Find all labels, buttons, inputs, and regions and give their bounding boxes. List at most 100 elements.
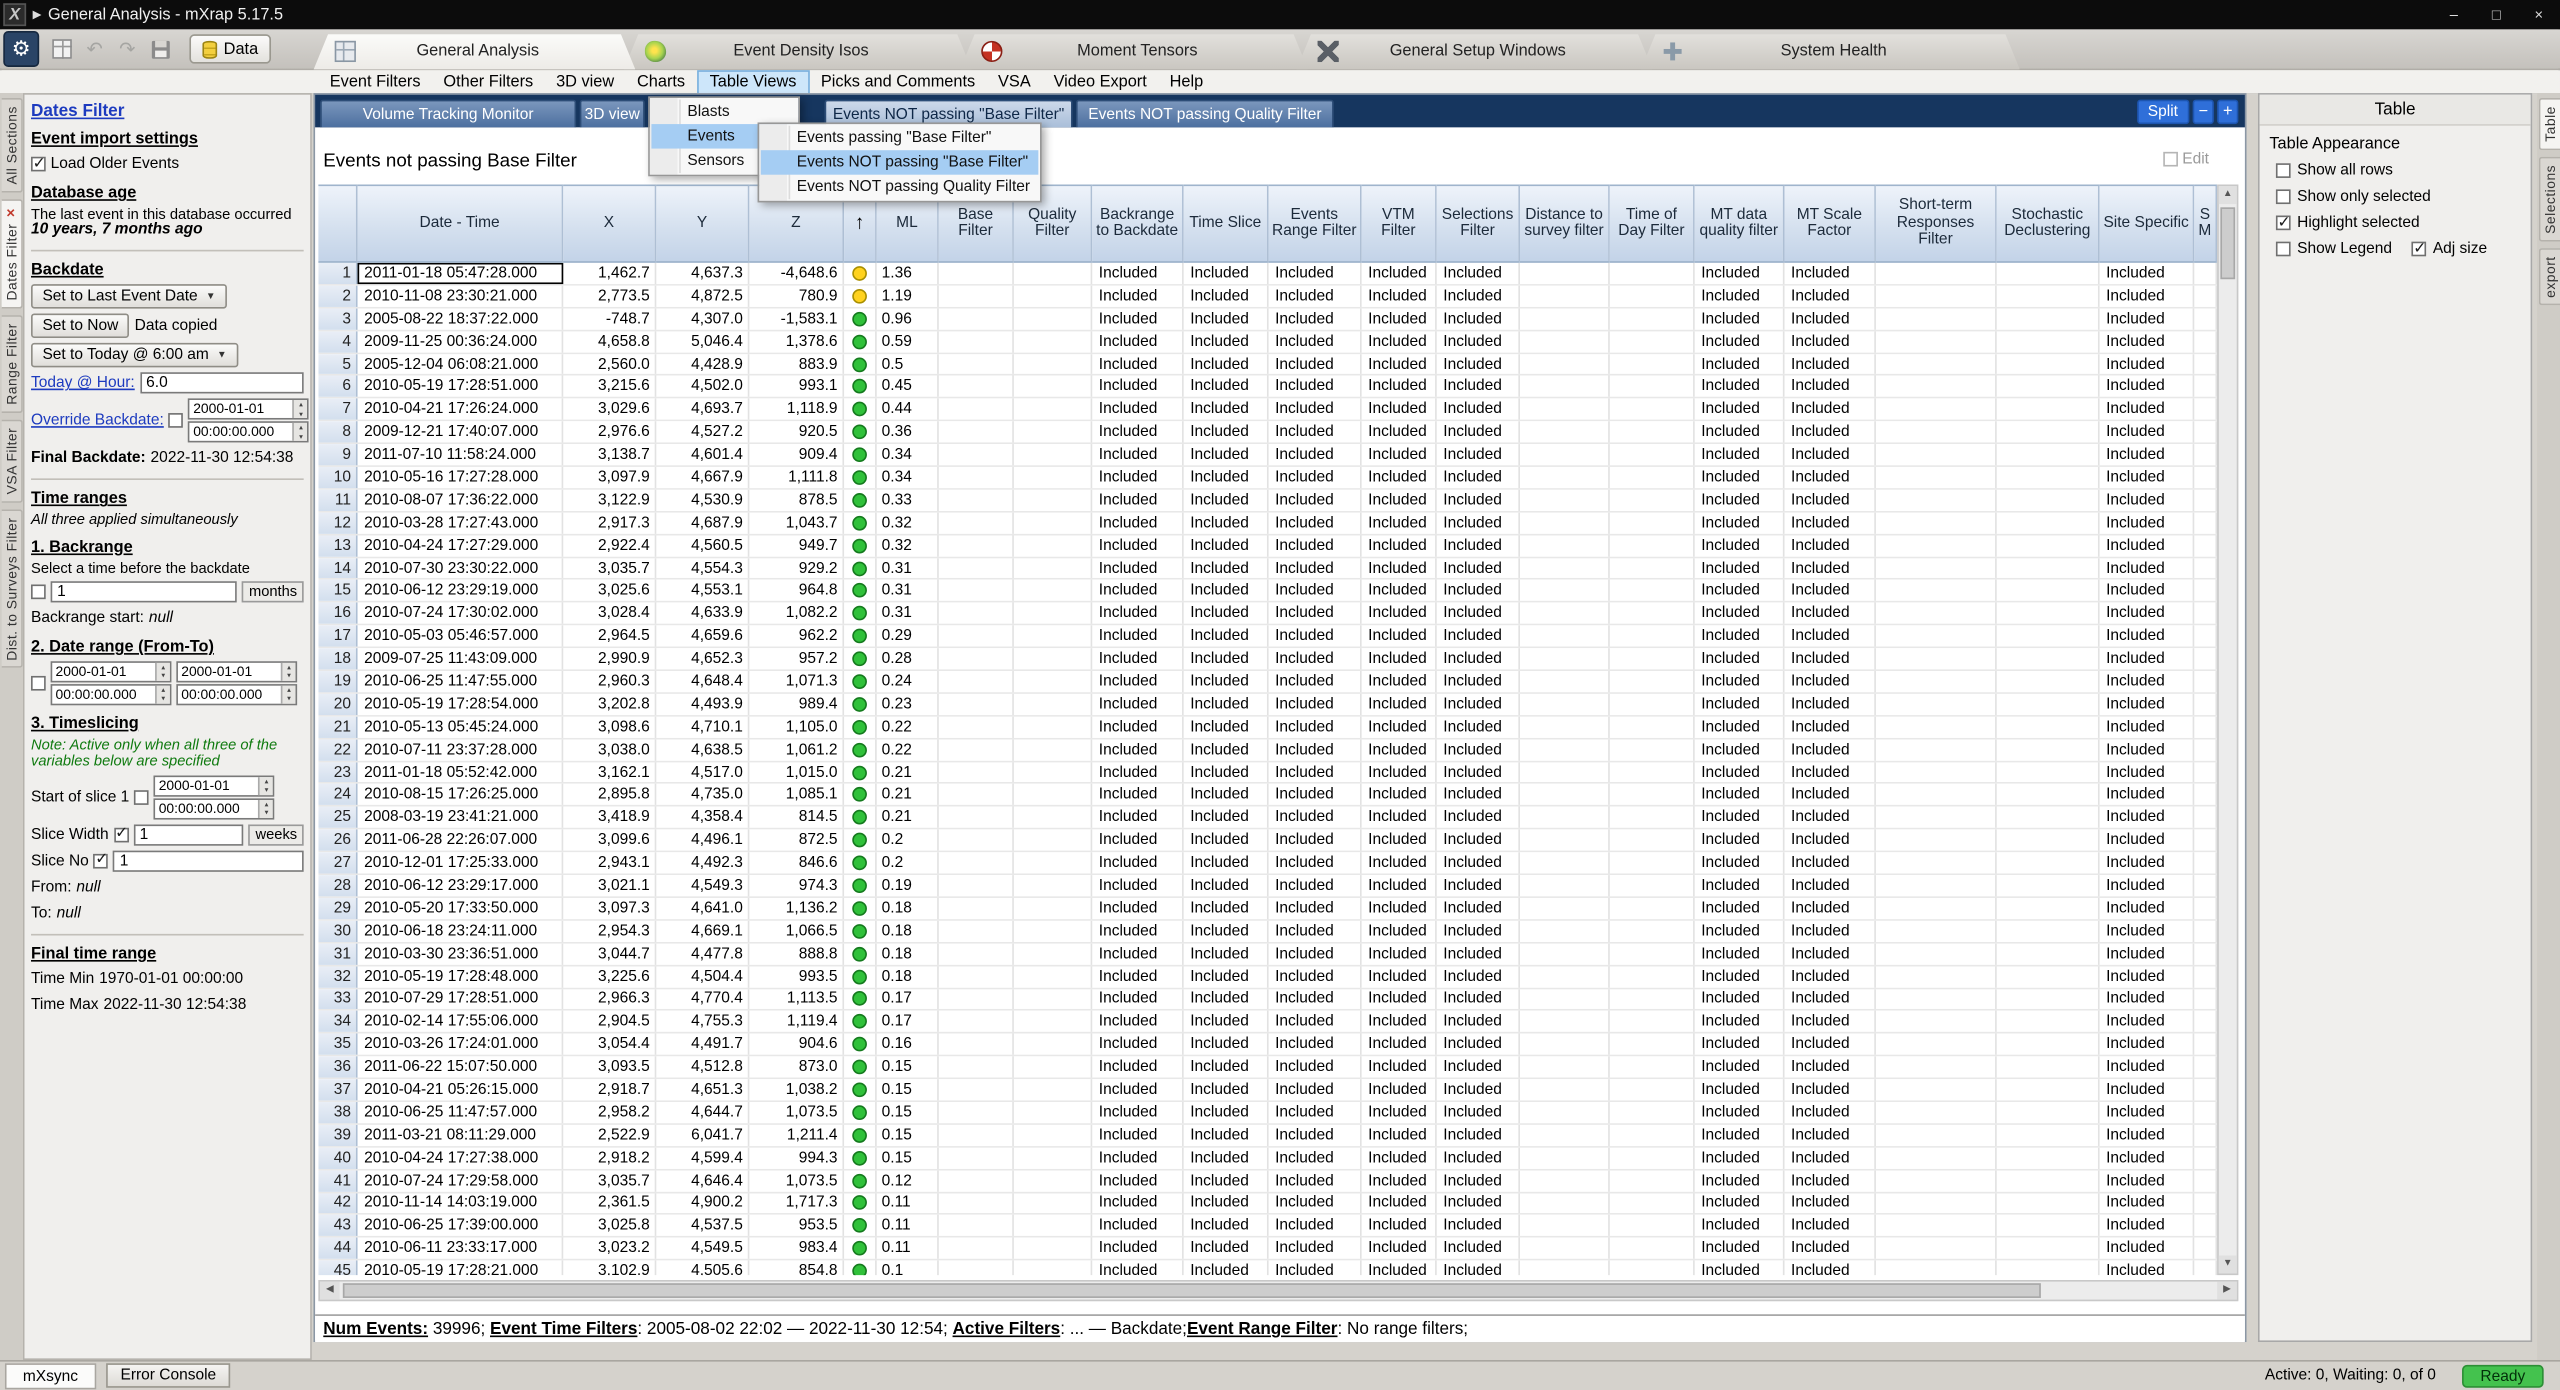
cell-backrange-to-backdate[interactable]: Included (1092, 1125, 1183, 1146)
cell-events-range-filter[interactable]: Included (1269, 467, 1362, 488)
option-show-only-selected[interactable]: Show only selected (2276, 188, 2431, 206)
cell-s-m[interactable] (2194, 898, 2217, 919)
cell-distance-to-survey-filter[interactable] (1520, 716, 1610, 737)
cell-distance-to-survey-filter[interactable] (1520, 1102, 1610, 1123)
menu-picks-and-comments[interactable]: Picks and Comments (809, 69, 986, 93)
cell-s-m[interactable] (2194, 535, 2217, 556)
cell-mt-data-quality-filter[interactable]: Included (1695, 830, 1785, 851)
cell-backrange-to-backdate[interactable]: Included (1092, 694, 1183, 715)
cell-y[interactable]: 4,735.0 (656, 784, 749, 805)
cell-short-term-responses-filter[interactable] (1876, 512, 1997, 533)
cell-mt-scale-factor[interactable]: Included (1784, 1011, 1875, 1032)
cell-short-term-responses-filter[interactable] (1876, 286, 1997, 307)
cell-y[interactable]: 4,644.7 (656, 1102, 749, 1123)
add-view-button[interactable]: + (2217, 100, 2238, 124)
cell-stochastic-declustering[interactable] (1997, 376, 2100, 397)
cell-base-filter[interactable] (939, 399, 1014, 420)
cell-ml[interactable]: 0.32 (877, 512, 939, 533)
scroll-right-icon[interactable]: ▶ (2217, 1282, 2237, 1300)
submenu-item-events-passing-base-filter[interactable]: Events passing "Base Filter" (761, 126, 1039, 150)
cell-distance-to-survey-filter[interactable] (1520, 308, 1610, 329)
cell-s-m[interactable] (2194, 1102, 2217, 1123)
menu-charts[interactable]: Charts (626, 69, 697, 93)
table-row[interactable]: 22010-11-08 23:30:21.0002,773.54,872.578… (318, 286, 2217, 309)
cell-selections-filter[interactable]: Included (1437, 1238, 1520, 1259)
cell-s-m[interactable] (2194, 308, 2217, 329)
cell-y[interactable]: 4,512.8 (656, 1057, 749, 1078)
cell-s-m[interactable] (2194, 1238, 2217, 1259)
column-header-y[interactable]: Y (656, 184, 749, 262)
cell-y[interactable]: 4,693.7 (656, 399, 749, 420)
cell-distance-to-survey-filter[interactable] (1520, 784, 1610, 805)
cell-time-slice[interactable]: Included (1184, 716, 1269, 737)
cell-selections-filter[interactable]: Included (1437, 1215, 1520, 1236)
cell-backrange-to-backdate[interactable]: Included (1092, 286, 1183, 307)
cell-quality-filter[interactable] (1014, 1215, 1092, 1236)
table-row[interactable]: 92011-07-10 11:58:24.0003,138.74,601.490… (318, 444, 2217, 467)
cell-ml[interactable]: 0.23 (877, 694, 939, 715)
cell-y[interactable]: 4,770.4 (656, 989, 749, 1010)
cell-x[interactable]: 3,025.8 (563, 1215, 656, 1236)
cell-quality-filter[interactable] (1014, 580, 1092, 601)
cell-events-range-filter[interactable]: Included (1269, 1215, 1362, 1236)
cell-quality-filter[interactable] (1014, 1261, 1092, 1275)
cell-site-specific[interactable]: Included (2100, 580, 2195, 601)
table-row[interactable]: 142010-07-30 23:30:22.0003,035.74,554.39… (318, 558, 2217, 581)
column-header-site-specific[interactable]: Site Specific (2100, 184, 2195, 262)
cell-s-m[interactable] (2194, 694, 2217, 715)
cell-date-time[interactable]: 2005-08-22 18:37:22.000 (358, 308, 564, 329)
cell-distance-to-survey-filter[interactable] (1520, 1170, 1610, 1191)
cell-selections-filter[interactable]: Included (1437, 830, 1520, 851)
cell-quality-filter[interactable] (1014, 921, 1092, 942)
cell-base-filter[interactable] (939, 807, 1014, 828)
cell-distance-to-survey-filter[interactable] (1520, 422, 1610, 443)
cell-stochastic-declustering[interactable] (1997, 558, 2100, 579)
cell-backrange-to-backdate[interactable]: Included (1092, 444, 1183, 465)
cell-z[interactable]: 1,118.9 (749, 399, 844, 420)
cell-indicator[interactable] (844, 331, 877, 352)
cell-events-range-filter[interactable]: Included (1269, 1079, 1362, 1100)
cell-mt-scale-factor[interactable]: Included (1784, 376, 1875, 397)
cell-stochastic-declustering[interactable] (1997, 263, 2100, 284)
cell-x[interactable]: 3,035.7 (563, 558, 656, 579)
cell-time-slice[interactable]: Included (1184, 354, 1269, 375)
cell-ml[interactable]: 0.16 (877, 1034, 939, 1055)
cell-base-filter[interactable] (939, 1079, 1014, 1100)
cell-mt-data-quality-filter[interactable]: Included (1695, 467, 1785, 488)
spinner-arrows-icon[interactable]: ▴▾ (293, 400, 308, 418)
cell-date-time[interactable]: 2010-06-25 11:47:55.000 (358, 671, 564, 692)
cell-vtm-filter[interactable]: Included (1362, 354, 1437, 375)
cell-events-range-filter[interactable]: Included (1269, 1238, 1362, 1259)
backrange-input[interactable]: 1 (51, 581, 238, 602)
cell-y[interactable]: 4,549.5 (656, 1238, 749, 1259)
cell-y[interactable]: 4,648.4 (656, 671, 749, 692)
cell-indicator[interactable] (844, 308, 877, 329)
menu-table-views[interactable]: Table Views (697, 69, 810, 93)
table-row[interactable]: 332010-07-29 17:28:51.0002,966.34,770.41… (318, 989, 2217, 1012)
cell-base-filter[interactable] (939, 535, 1014, 556)
side-tab-all-sections[interactable]: All Sections (1, 98, 22, 193)
cell-z[interactable]: 814.5 (749, 807, 844, 828)
cell-time-of-day-filter[interactable] (1610, 966, 1695, 987)
horizontal-scrollbar[interactable]: ◀ ▶ (318, 1280, 2238, 1301)
cell-distance-to-survey-filter[interactable] (1520, 1057, 1610, 1078)
cell-base-filter[interactable] (939, 1057, 1014, 1078)
cell-selections-filter[interactable]: Included (1437, 263, 1520, 284)
cell-distance-to-survey-filter[interactable] (1520, 875, 1610, 896)
cell-x[interactable]: 2,361.5 (563, 1193, 656, 1214)
cell-s-m[interactable] (2194, 512, 2217, 533)
cell-vtm-filter[interactable]: Included (1362, 444, 1437, 465)
cell-stochastic-declustering[interactable] (1997, 1034, 2100, 1055)
cell-site-specific[interactable]: Included (2100, 1102, 2195, 1123)
today-hour-label[interactable]: Today @ Hour: (31, 374, 135, 392)
cell-quality-filter[interactable] (1014, 739, 1092, 760)
cell-date-time[interactable]: 2010-06-12 23:29:17.000 (358, 875, 564, 896)
cell-time-slice[interactable]: Included (1184, 1261, 1269, 1275)
cell-indicator[interactable] (844, 1170, 877, 1191)
cell-time-of-day-filter[interactable] (1610, 762, 1695, 783)
cell-vtm-filter[interactable]: Included (1362, 422, 1437, 443)
cell-selections-filter[interactable]: Included (1437, 898, 1520, 919)
cell-time-slice[interactable]: Included (1184, 807, 1269, 828)
maximize-icon[interactable]: □ (2475, 0, 2517, 29)
cell-ml[interactable]: 0.18 (877, 921, 939, 942)
